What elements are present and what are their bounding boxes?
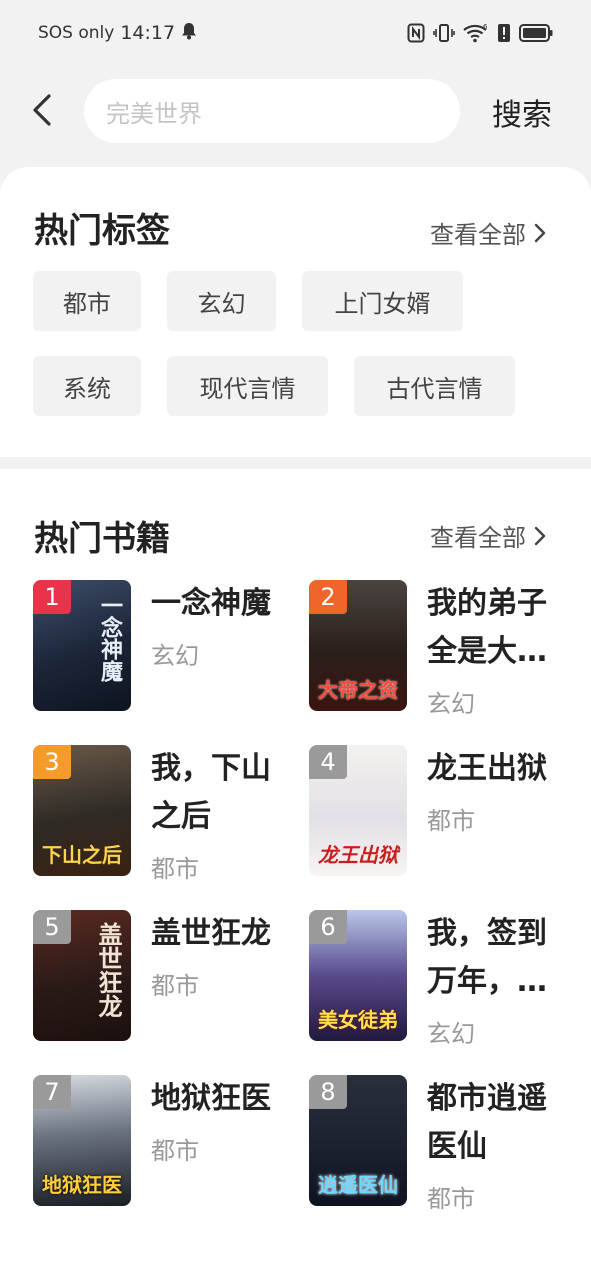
cover-text: 大帝之资	[318, 678, 398, 702]
bell-icon	[181, 22, 197, 45]
cover-text: 一念神魔	[97, 594, 122, 682]
book-title: 龙王出狱	[427, 751, 547, 786]
book-title: 我的弟子全是大…	[427, 586, 547, 669]
book-item[interactable]: 8 逍遥医仙 都市逍遥医仙 都市	[309, 1075, 579, 1213]
book-title: 一念神魔	[151, 586, 271, 621]
book-item[interactable]: 4 龙王出狱 龙王出狱 都市	[309, 745, 579, 877]
svg-text:6: 6	[483, 23, 488, 31]
book-genre: 玄幻	[427, 1020, 475, 1048]
rank-badge: 1	[33, 580, 71, 614]
tag-chip[interactable]: 玄幻	[167, 271, 276, 331]
search-bar: 完美世界 搜索	[0, 78, 591, 144]
vibrate-icon	[433, 23, 455, 43]
status-bar: SOS only 14:17 6	[0, 0, 591, 66]
book-title: 盖世狂龙	[151, 916, 271, 951]
rank-badge: 4	[309, 745, 347, 779]
chevron-right-icon	[534, 223, 546, 242]
chevron-right-icon	[534, 526, 546, 545]
hot-books-title: 热门书籍	[34, 519, 170, 559]
chevron-left-icon	[33, 94, 51, 126]
view-all-label: 查看全部	[430, 221, 526, 249]
back-button[interactable]	[22, 90, 62, 130]
hot-books-section: 热门书籍 查看全部 1 一念神魔 一念神魔 玄幻 2 大帝之资 我的弟子全是大……	[0, 469, 591, 1280]
rank-badge: 7	[33, 1075, 71, 1109]
book-genre: 玄幻	[151, 642, 199, 670]
book-item[interactable]: 5 盖世狂龙 盖世狂龙 都市	[33, 910, 303, 1042]
book-genre: 都市	[427, 807, 475, 835]
cover-text: 逍遥医仙	[318, 1173, 398, 1197]
rank-badge: 3	[33, 745, 71, 779]
book-item[interactable]: 7 地狱狂医 地狱狂医 都市	[33, 1075, 303, 1207]
battery-icon	[519, 24, 553, 42]
hot-tags-title: 热门标签	[34, 211, 170, 251]
rank-badge: 6	[309, 910, 347, 944]
hot-tags-section: 热门标签 查看全部 都市 玄幻 上门女婿 系统 现代言情 古代言情	[0, 167, 591, 457]
rank-badge: 8	[309, 1075, 347, 1109]
network-status: SOS only	[38, 23, 115, 43]
search-placeholder: 完美世界	[106, 99, 202, 128]
clock: 14:17	[120, 22, 176, 44]
search-button[interactable]: 搜索	[492, 90, 552, 134]
book-title: 地狱狂医	[151, 1081, 271, 1116]
book-item[interactable]: 2 大帝之资 我的弟子全是大… 玄幻	[309, 580, 579, 718]
book-cover[interactable]: 6 美女徒弟	[309, 910, 407, 1041]
cover-text: 龙王出狱	[318, 843, 398, 867]
book-title: 我，下山之后	[151, 751, 271, 834]
book-genre: 都市	[151, 855, 199, 883]
book-cover[interactable]: 7 地狱狂医	[33, 1075, 131, 1206]
book-item[interactable]: 1 一念神魔 一念神魔 玄幻	[33, 580, 303, 712]
book-item[interactable]: 6 美女徒弟 我，签到万年，… 玄幻	[309, 910, 579, 1048]
book-cover[interactable]: 5 盖世狂龙	[33, 910, 131, 1041]
cover-text: 美女徒弟	[318, 1008, 398, 1032]
cover-text: 地狱狂医	[42, 1173, 122, 1197]
book-cover[interactable]: 8 逍遥医仙	[309, 1075, 407, 1206]
book-genre: 都市	[151, 1137, 199, 1165]
tag-chip[interactable]: 现代言情	[167, 356, 328, 416]
wifi-icon: 6	[463, 23, 489, 43]
nfc-icon	[407, 23, 425, 43]
tag-chip[interactable]: 都市	[33, 271, 141, 331]
tag-chip[interactable]: 系统	[33, 356, 141, 416]
hot-tags-view-all[interactable]: 查看全部	[430, 215, 546, 250]
book-genre: 玄幻	[427, 690, 475, 718]
book-cover[interactable]: 2 大帝之资	[309, 580, 407, 711]
search-input[interactable]: 完美世界	[84, 79, 460, 143]
tag-chip[interactable]: 上门女婿	[302, 271, 463, 331]
hot-books-view-all[interactable]: 查看全部	[430, 518, 546, 553]
book-cover[interactable]: 4 龙王出狱	[309, 745, 407, 876]
cover-text: 下山之后	[42, 843, 122, 867]
view-all-label: 查看全部	[430, 524, 526, 552]
rank-badge: 2	[309, 580, 347, 614]
book-genre: 都市	[427, 1185, 475, 1213]
book-cover[interactable]: 1 一念神魔	[33, 580, 131, 711]
rank-badge: 5	[33, 910, 71, 944]
book-title: 我，签到万年，…	[427, 916, 547, 999]
book-cover[interactable]: 3 下山之后	[33, 745, 131, 876]
alert-icon	[497, 23, 511, 43]
book-item[interactable]: 3 下山之后 我，下山之后 都市	[33, 745, 303, 883]
book-genre: 都市	[151, 972, 199, 1000]
book-title: 都市逍遥医仙	[427, 1081, 547, 1164]
cover-text: 盖世狂龙	[94, 922, 122, 1018]
tag-chip[interactable]: 古代言情	[354, 356, 515, 416]
